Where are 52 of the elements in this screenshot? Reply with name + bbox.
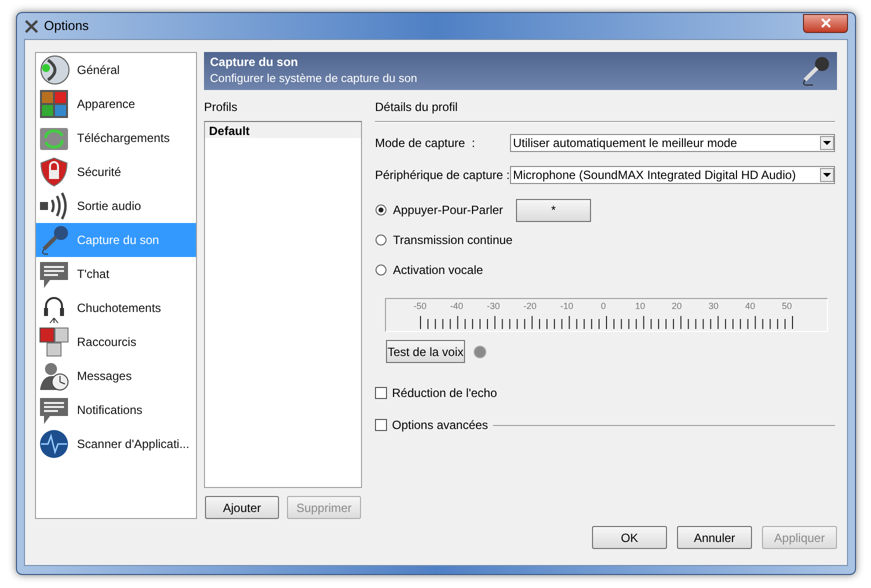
profiles-label: Profils [204,99,238,116]
checkbox[interactable] [375,419,387,431]
scale-label: -20 [522,300,538,313]
profile-item[interactable]: Default [205,122,361,138]
checkbox[interactable] [375,387,387,399]
window-title: Options [44,17,89,36]
radio-option[interactable]: Transmission continue [375,231,516,249]
key-tiles-icon [38,326,70,358]
scale-label: -40 [449,300,464,313]
scale-label: 50 [780,300,793,313]
category-item[interactable]: Apparence [36,87,196,121]
test-voice-button[interactable]: Test de la voix [386,340,465,363]
dropdown-field[interactable]: Microphone (SoundMAX Integrated Digital HD Audio) [510,166,835,184]
category-item[interactable]: Notifications [36,393,196,427]
dropdown-field[interactable]: Utiliser automatiquement le meilleur mode [510,134,835,152]
scale-label: 0 [600,300,607,313]
checkbox-label: Options avancées [392,417,488,434]
close-button[interactable] [803,14,848,32]
checkbox-label: Réduction de l'echo [392,385,498,402]
user-clock-icon [38,360,70,392]
hotkey-button[interactable]: * [516,198,591,222]
category-item[interactable]: T'chat [36,257,196,291]
scale-label: -30 [486,300,501,313]
color-tiles-icon [38,88,70,120]
category-item[interactable]: Raccourcis [36,325,196,359]
details-label: Détails du profil [375,99,459,116]
scale-label: 20 [670,300,683,313]
category-item[interactable]: Général [36,53,196,87]
field-label: Périphérique de capture : [375,167,510,184]
scale-label: -10 [559,300,574,313]
header-subtitle: Configurer le système de capture du son [210,72,418,88]
speaker-head-icon [38,54,70,86]
radio-option[interactable]: Appuyer-Pour-Parler [375,201,516,219]
category-item[interactable]: Téléchargements [36,121,196,155]
category-item[interactable]: Scanner d'Applicati... [36,427,196,461]
scale-label: -50 [412,300,428,313]
globe-pulse-icon [38,428,70,460]
category-item[interactable]: Chuchotements [36,291,196,325]
category-item[interactable]: Sécurité [36,155,196,189]
scale-label: 30 [707,300,720,313]
field-label: Mode de capture : [375,135,476,152]
push-button[interactable]: Annuler [677,526,752,549]
shield-lock-icon [38,156,70,188]
push-button[interactable]: OK [592,526,667,549]
radio-option[interactable]: Activation vocale [375,261,516,279]
category-item[interactable]: Messages [36,359,196,393]
category-item[interactable]: Sortie audio [36,189,196,223]
header-title: Capture du son [210,54,300,72]
push-button[interactable]: Ajouter [205,496,279,519]
close-icon [820,18,830,28]
scale-label: 40 [744,300,756,313]
scale-label: 10 [634,300,646,313]
